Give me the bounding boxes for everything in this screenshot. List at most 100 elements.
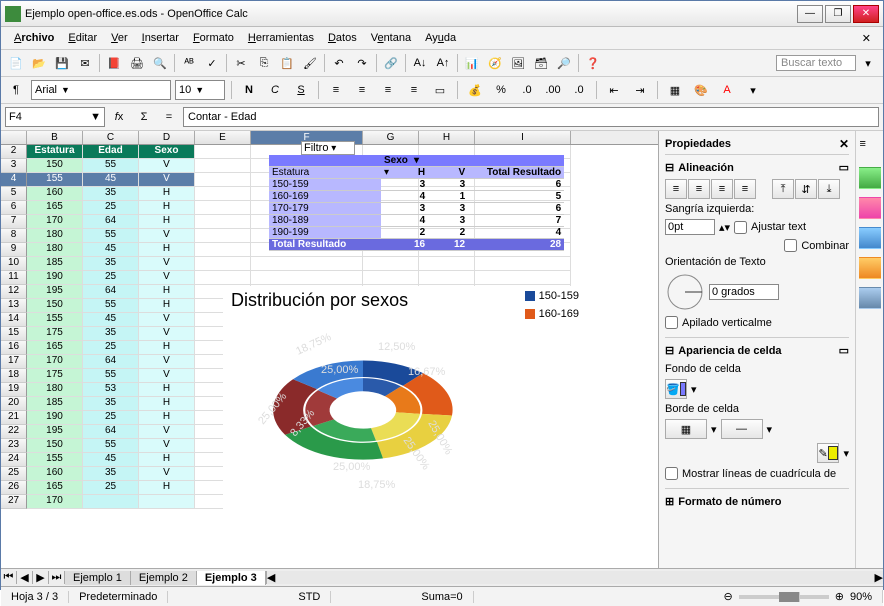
paste-icon[interactable]: 📋 [276, 52, 298, 74]
borders-icon[interactable]: ▦ [664, 79, 686, 101]
col-header-i[interactable]: I [475, 131, 571, 144]
close-button[interactable]: ✕ [853, 5, 879, 23]
chart-icon[interactable]: 📊 [461, 52, 483, 74]
search-input[interactable]: Buscar texto [776, 55, 856, 71]
email-icon[interactable]: ✉ [74, 52, 96, 74]
open-icon[interactable]: 📂 [28, 52, 50, 74]
select-all-corner[interactable] [1, 131, 27, 144]
align-left-btn[interactable]: ≡ [665, 179, 687, 199]
valign-top-btn[interactable]: ⤒ [772, 179, 794, 199]
toolbar-more2-icon[interactable]: ▾ [742, 79, 764, 101]
sort-asc-icon[interactable]: A↓ [409, 52, 431, 74]
font-size-combo[interactable]: 10▼ [175, 80, 225, 100]
border-dd2[interactable]: ▾ [767, 423, 773, 436]
sort-desc-icon[interactable]: A↑ [432, 52, 454, 74]
tab-first-icon[interactable]: ⏮ [1, 571, 17, 584]
align-justify-btn[interactable]: ≡ [734, 179, 756, 199]
col-header-d[interactable]: D [139, 131, 195, 144]
remove-decimal-icon[interactable]: .0 [568, 79, 590, 101]
function-wizard-icon[interactable]: fx [108, 106, 130, 128]
align-right-icon[interactable]: ≡ [377, 79, 399, 101]
indent-input[interactable] [665, 219, 715, 235]
expand-icon[interactable]: ⊞ [665, 495, 674, 508]
merge-icon[interactable]: ▭ [429, 79, 451, 101]
undo-icon[interactable]: ↶ [328, 52, 350, 74]
italic-icon[interactable]: C [264, 79, 286, 101]
autospell-icon[interactable]: ✓ [201, 52, 223, 74]
zoom-slider[interactable] [739, 595, 829, 599]
col-header-c[interactable]: C [83, 131, 139, 144]
sidebar-gallery-icon[interactable] [859, 227, 881, 249]
tab-prev-icon[interactable]: ◀ [17, 571, 33, 584]
sum-icon[interactable]: Σ [133, 106, 155, 128]
pdf-icon[interactable]: 📕 [103, 52, 125, 74]
col-header-g[interactable]: G [363, 131, 419, 144]
indent-inc-icon[interactable]: ⇥ [629, 79, 651, 101]
tab-next-icon[interactable]: ▶ [33, 571, 49, 584]
menu-archivo[interactable]: Archivo [7, 29, 61, 47]
valign-mid-btn[interactable]: ⇵ [795, 179, 817, 199]
currency-icon[interactable]: 💰 [464, 79, 486, 101]
orientation-dial[interactable] [665, 272, 705, 312]
navigator-icon[interactable]: 🧭 [484, 52, 506, 74]
spell-icon[interactable]: ᴬᴮ [178, 52, 200, 74]
menu-close-icon[interactable]: ✕ [856, 30, 877, 47]
menu-formato[interactable]: Formato [186, 29, 241, 47]
link-icon[interactable]: 🔗 [380, 52, 402, 74]
sidebar-functions-icon[interactable] [859, 287, 881, 309]
cut-icon[interactable]: ✂ [230, 52, 252, 74]
zoom-icon[interactable]: 🔎 [553, 52, 575, 74]
help-icon[interactable]: ❓ [582, 52, 604, 74]
save-icon[interactable]: 💾 [51, 52, 73, 74]
copy-icon[interactable]: ⎘ [253, 52, 275, 74]
align-left-icon[interactable]: ≡ [325, 79, 347, 101]
number-icon[interactable]: .0 [516, 79, 538, 101]
gridlines-checkbox[interactable] [665, 467, 678, 480]
sidebar-styles-icon[interactable] [859, 197, 881, 219]
border-preset-button[interactable]: ▦ [665, 419, 707, 439]
formula-input[interactable]: Contar - Edad [183, 107, 879, 127]
align-center-icon[interactable]: ≡ [351, 79, 373, 101]
new-icon[interactable]: 📄 [5, 52, 27, 74]
tab-last-icon[interactable]: ⏭ [49, 571, 65, 584]
minimize-button[interactable]: — [797, 5, 823, 23]
gallery-icon[interactable]: 🖼 [507, 52, 529, 74]
sidebar-properties-icon[interactable] [859, 167, 881, 189]
orientation-input[interactable] [709, 284, 779, 300]
align-justify-icon[interactable]: ≡ [403, 79, 425, 101]
valign-bot-btn[interactable]: ⤓ [818, 179, 840, 199]
panel-close-icon[interactable]: ✕ [839, 137, 849, 151]
stacked-checkbox[interactable] [665, 316, 678, 329]
col-header-b[interactable]: B [27, 131, 83, 144]
border-dd1[interactable]: ▾ [711, 423, 717, 436]
indent-dec-icon[interactable]: ⇤ [603, 79, 625, 101]
styles-icon[interactable]: ¶ [5, 79, 27, 101]
hscroll-track[interactable]: ◀▶ [266, 571, 883, 584]
merge-checkbox[interactable] [784, 239, 797, 252]
preview-icon[interactable]: 🔍 [149, 52, 171, 74]
tab-ejemplo-3[interactable]: Ejemplo 3 [197, 571, 266, 585]
toolbar-more-icon[interactable]: ▾ [857, 52, 879, 74]
indent-spinner[interactable]: ▴▾ [719, 221, 730, 234]
chart-object[interactable]: Distribución por sexos 150-159 160-169 [223, 286, 583, 536]
wrap-checkbox[interactable] [734, 221, 747, 234]
underline-icon[interactable]: S [290, 79, 312, 101]
section-more-icon2[interactable]: ▭ [839, 344, 849, 357]
menu-herramientas[interactable]: Herramientas [241, 29, 321, 47]
menu-ayuda[interactable]: Ayuda [418, 29, 463, 47]
tab-ejemplo-1[interactable]: Ejemplo 1 [65, 571, 131, 585]
redo-icon[interactable]: ↷ [351, 52, 373, 74]
equals-icon[interactable]: = [158, 106, 180, 128]
spreadsheet-grid[interactable]: B C D E F G H I 2EstaturaEdadSexo315055V… [1, 131, 658, 568]
zoom-out-icon[interactable]: ⊖ [724, 590, 733, 603]
sidebar-navigator-icon[interactable] [859, 257, 881, 279]
fill-dropdown-icon[interactable]: ▾ [691, 383, 697, 396]
collapse-icon[interactable]: ⊟ [665, 161, 674, 174]
font-name-combo[interactable]: Arial▼ [31, 80, 171, 100]
pivot-filter-button[interactable]: Filtro ▾ [301, 141, 355, 155]
menu-ventana[interactable]: Ventana [364, 29, 418, 47]
col-header-e[interactable]: E [195, 131, 251, 144]
cell-reference-box[interactable]: F4▼ [5, 107, 105, 127]
collapse-icon2[interactable]: ⊟ [665, 344, 674, 357]
menu-ver[interactable]: Ver [104, 29, 135, 47]
